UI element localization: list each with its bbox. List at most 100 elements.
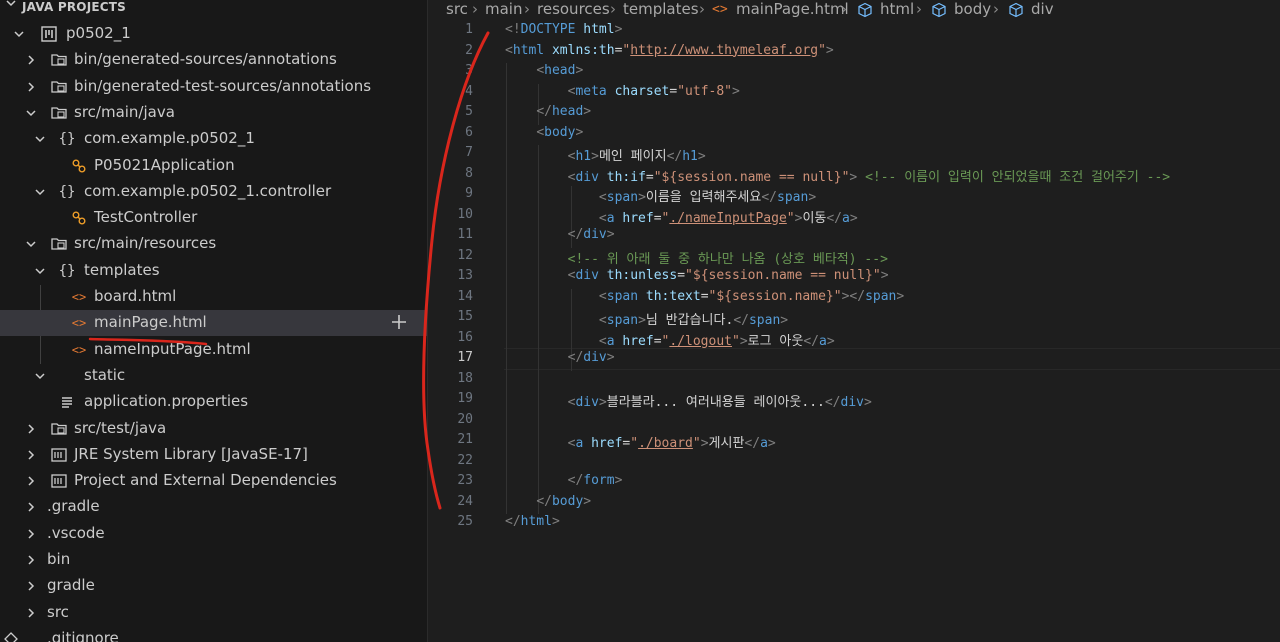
code-line[interactable]: </html> bbox=[505, 514, 560, 529]
tree-item-bin-generated-sources-annotations[interactable]: bin/generated-sources/annotations bbox=[0, 47, 427, 73]
line-number: 4 bbox=[465, 83, 473, 99]
code-line[interactable]: <h1>메인 페이지</h1> bbox=[505, 145, 706, 164]
code-line[interactable]: <span th:text="${session.name}"></span> bbox=[505, 289, 904, 304]
chevron-down-icon[interactable] bbox=[33, 185, 47, 199]
code-editor[interactable]: 1 <!DOCTYPE html> 2 <html xmlns:th="http://… bbox=[428, 20, 1280, 642]
chevron-down-icon[interactable] bbox=[24, 237, 38, 251]
code-line[interactable]: </form> bbox=[505, 473, 623, 488]
tree-item-bin-generated-test-sources-annotations[interactable]: bin/generated-test-sources/annotations bbox=[0, 74, 427, 100]
chevron-down-icon[interactable] bbox=[33, 132, 47, 146]
tree-item-project-and-external-dependencies[interactable]: Project and External Dependencies bbox=[0, 468, 427, 494]
tree-item-nameinputpage-html[interactable]: <> nameInputPage.html bbox=[0, 337, 427, 363]
line-number: 22 bbox=[457, 452, 473, 468]
code-line[interactable]: <body> bbox=[505, 125, 583, 140]
breadcrumb-templates[interactable]: templates bbox=[623, 0, 699, 18]
tree-item-p05021application[interactable]: P05021Application bbox=[0, 153, 427, 179]
chevron-right-icon[interactable] bbox=[24, 53, 38, 67]
section-header[interactable]: JAVA PROJECTS bbox=[0, 0, 427, 18]
chevron-down-icon[interactable] bbox=[33, 264, 47, 278]
code-line[interactable]: </body> bbox=[505, 494, 591, 509]
tree-item-board-html[interactable]: <> board.html bbox=[0, 284, 427, 310]
code-token: h1 bbox=[575, 149, 592, 164]
chevron-down-icon[interactable] bbox=[12, 27, 26, 41]
tree-item-src-main-resources[interactable]: src/main/resources bbox=[0, 231, 427, 257]
tree-item-application-properties[interactable]: application.properties bbox=[0, 389, 427, 415]
code-token: > bbox=[606, 227, 615, 242]
code-token: body bbox=[551, 493, 584, 509]
tree-item-src-main-java[interactable]: src/main/java bbox=[0, 100, 427, 126]
tree-item-label: com.example.p0502_1 bbox=[84, 129, 255, 148]
tree-item-label: templates bbox=[84, 260, 160, 279]
tree-item-src[interactable]: src bbox=[0, 600, 427, 626]
code-line[interactable]: <a href="./nameInputPage">이동</a> bbox=[505, 207, 858, 226]
code-line[interactable]: <span>이름을 입력해주세요</span> bbox=[505, 186, 816, 205]
chevron-down-icon[interactable] bbox=[33, 369, 47, 383]
code-token: > bbox=[780, 313, 789, 328]
tree-item-p0502-1[interactable]: p0502_1 bbox=[0, 21, 427, 47]
properties-file-icon bbox=[56, 393, 78, 411]
code-token: ./board bbox=[638, 436, 693, 451]
chevron-right-icon[interactable] bbox=[24, 606, 38, 620]
code-line[interactable]: <div>블라블라... 여러내용들 레이아웃...</div> bbox=[505, 391, 872, 410]
add-icon[interactable] bbox=[389, 312, 409, 332]
code-token: > bbox=[896, 288, 905, 304]
chevron-right-icon[interactable] bbox=[24, 422, 38, 436]
code-line[interactable]: <a href="./board">게시판</a> bbox=[505, 432, 776, 451]
tree-item-static[interactable]: static bbox=[0, 363, 427, 389]
chevron-down-icon[interactable] bbox=[24, 106, 38, 120]
code-line[interactable]: <html xmlns:th="http://www.thymeleaf.org… bbox=[505, 43, 834, 58]
code-token: charset bbox=[614, 83, 670, 99]
breadcrumb-html[interactable]: html bbox=[880, 0, 914, 18]
code-line[interactable]: <a href="./logout">로그 아웃</a> bbox=[505, 330, 835, 349]
tree-item-gitignore[interactable]: .gitignore bbox=[0, 626, 427, 642]
code-line[interactable]: <span>님 반갑습니다.</span> bbox=[505, 309, 788, 328]
code-line[interactable]: <!DOCTYPE html> bbox=[505, 22, 622, 37]
tree-item-bin[interactable]: bin bbox=[0, 547, 427, 573]
line-number: 3 bbox=[465, 63, 473, 78]
breadcrumb-main[interactable]: main bbox=[485, 0, 522, 18]
breadcrumb-div[interactable]: div bbox=[1031, 0, 1054, 18]
line-number: 16 bbox=[457, 329, 473, 345]
chevron-right-icon[interactable] bbox=[24, 579, 38, 593]
chevron-right-icon[interactable] bbox=[24, 474, 38, 488]
chevron-right-icon[interactable] bbox=[24, 500, 38, 514]
tree-item-mainpage-html[interactable]: <> mainPage.html bbox=[0, 310, 427, 337]
breadcrumb-resources[interactable]: resources bbox=[537, 0, 610, 18]
code-line[interactable]: </div> bbox=[505, 350, 615, 365]
breadcrumb-src[interactable]: src bbox=[446, 0, 468, 18]
code-line[interactable]: <div th:unless="${session.name == null}"… bbox=[505, 268, 889, 283]
tree-item-testcontroller[interactable]: TestController bbox=[0, 205, 427, 231]
chevron-right-icon[interactable] bbox=[24, 553, 38, 567]
tree-item-vscode[interactable]: .vscode bbox=[0, 521, 427, 547]
chevron-right-icon[interactable] bbox=[24, 80, 38, 94]
chevron-right-icon[interactable] bbox=[24, 448, 38, 462]
breadcrumb-file[interactable]: mainPage.html bbox=[736, 0, 849, 18]
tree-item-com-example-p0502-1-controller[interactable]: {} com.example.p0502_1.controller bbox=[0, 179, 427, 205]
tree-item-com-example-p0502-1[interactable]: {} com.example.p0502_1 bbox=[0, 126, 427, 152]
tree-item-label: src/test/java bbox=[74, 418, 167, 437]
breadcrumb-body[interactable]: body bbox=[954, 0, 991, 18]
tree-item-jre-system-library-javase-17[interactable]: JRE System Library [JavaSE-17] bbox=[0, 442, 427, 468]
code-line[interactable]: </head> bbox=[505, 104, 591, 119]
line-number: 2 bbox=[465, 42, 473, 58]
chevron-right-icon[interactable] bbox=[24, 527, 38, 541]
tree-item-label: .gradle bbox=[47, 497, 100, 516]
tree-item-gradle[interactable]: gradle bbox=[0, 573, 427, 599]
code-line[interactable]: <!-- 위 아래 둘 중 하나만 나옴 (상호 베타적) --> bbox=[505, 248, 888, 267]
line-number: 21 bbox=[457, 432, 473, 447]
code-token: > bbox=[583, 493, 592, 509]
tree-item-gradle[interactable]: .gradle bbox=[0, 494, 427, 520]
code-token: div bbox=[583, 227, 607, 242]
tree-item-src-test-java[interactable]: src/test/java bbox=[0, 416, 427, 442]
code-line[interactable]: <meta charset="utf-8"> bbox=[505, 84, 740, 99]
tree-item-templates[interactable]: {} templates bbox=[0, 258, 427, 284]
code-line[interactable]: <head> bbox=[505, 63, 583, 78]
code-line[interactable]: <div th:if="${session.name == null}"> <!… bbox=[505, 166, 1171, 185]
code-line[interactable]: </div> bbox=[505, 227, 615, 242]
code-token: > bbox=[551, 514, 560, 529]
